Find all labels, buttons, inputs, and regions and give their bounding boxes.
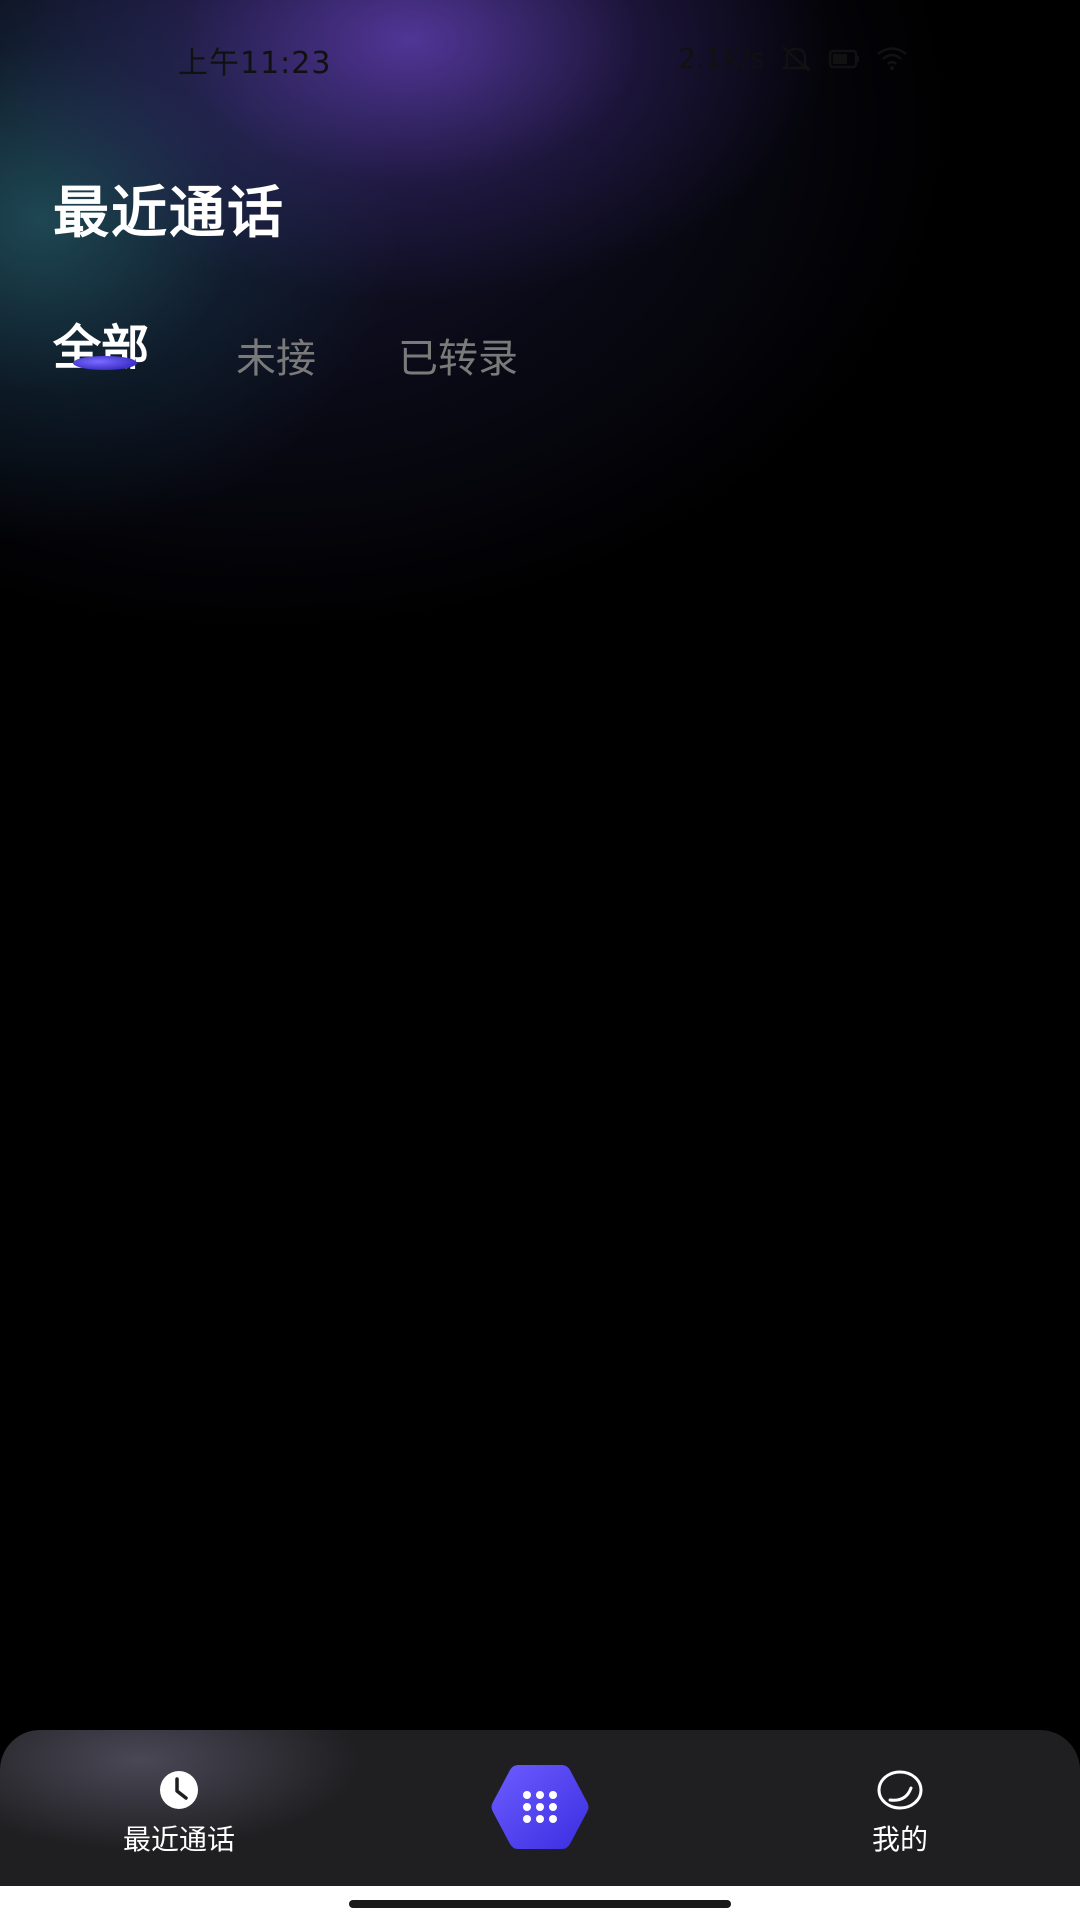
- clock-icon: [160, 1771, 198, 1809]
- tab-transcribed[interactable]: 已转录: [398, 326, 518, 384]
- nav-label-mine: 我的: [871, 1823, 928, 1856]
- page-title: 最近通话: [53, 181, 285, 246]
- mute-icon: [780, 46, 811, 72]
- dialpad-icon: [523, 1791, 557, 1823]
- battery-icon: [828, 49, 859, 69]
- status-bar: 上午11:23 2.1K/s: [0, 0, 1080, 118]
- nav-item-recent-calls[interactable]: 最近通话: [94, 1730, 264, 1886]
- wifi-icon: [877, 47, 907, 70]
- network-speed: 2.1K/s: [678, 41, 765, 75]
- app-screen: 上午11:23 2.1K/s 最近通话 全部 未接 已转录 最近通话 我的: [0, 0, 1080, 1920]
- dialpad-button[interactable]: [490, 1762, 590, 1852]
- nav-item-mine[interactable]: 我的: [830, 1730, 970, 1886]
- status-right-group: 2.1K/s: [678, 38, 909, 78]
- background-glow: [0, 0, 1080, 800]
- profile-icon: [877, 1770, 923, 1810]
- nav-label-recent-calls: 最近通话: [122, 1823, 235, 1856]
- active-tab-indicator: [73, 356, 137, 370]
- status-time: 上午11:23: [178, 46, 332, 81]
- home-indicator[interactable]: [349, 1900, 731, 1908]
- tab-missed[interactable]: 未接: [236, 326, 316, 384]
